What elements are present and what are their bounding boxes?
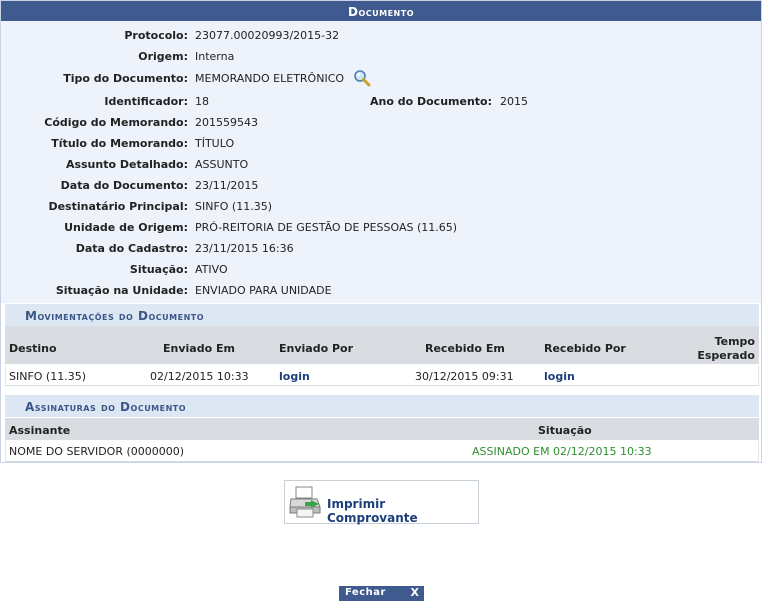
field-value: 18 bbox=[195, 95, 209, 108]
field-situacao-unidade: Situação na Unidade: ENVIADO PARA UNIDAD… bbox=[1, 284, 761, 300]
field-identificador: Identificador: 18 Ano do Documento: 2015 bbox=[1, 95, 761, 111]
close-icon: X bbox=[410, 586, 419, 599]
magnifier-icon[interactable] bbox=[353, 69, 371, 90]
field-destinatario: Destinatário Principal: SINFO (11.35) bbox=[1, 200, 761, 216]
column-header-enviado-em: Enviado Em bbox=[163, 342, 235, 355]
table-row: SINFO (11.35) 02/12/2015 10:33 login 30/… bbox=[5, 366, 759, 386]
column-header-destino: Destino bbox=[9, 342, 57, 355]
field-titulo-memorando: Título do Memorando: TÍTULO bbox=[1, 137, 761, 153]
field-value: MEMORANDO ELETRÔNICO bbox=[195, 72, 345, 85]
cell-situacao-assinatura: ASSINADO EM 02/12/2015 10:33 bbox=[472, 445, 652, 458]
document-panel: Documento Protocolo: 23077.00020993/2015… bbox=[0, 0, 762, 463]
column-header-assinante: Assinante bbox=[9, 424, 71, 437]
enviado-por-link[interactable]: login bbox=[279, 370, 310, 383]
field-label: Unidade de Origem: bbox=[64, 221, 188, 234]
field-label: Assunto Detalhado: bbox=[65, 158, 188, 171]
panel-title: Documento bbox=[1, 1, 761, 21]
field-label: Origem: bbox=[138, 50, 188, 63]
assinaturas-section-title: Assinaturas do Documento bbox=[5, 395, 759, 417]
field-value: 23/11/2015 16:36 bbox=[195, 242, 294, 255]
cell-destino: SINFO (11.35) bbox=[9, 370, 87, 383]
table-row: NOME DO SERVIDOR (0000000) ASSINADO EM 0… bbox=[5, 441, 759, 462]
field-value: 201559543 bbox=[195, 116, 258, 129]
column-header-situacao: Situação bbox=[538, 424, 592, 437]
field-unidade-origem: Unidade de Origem: PRÓ-REITORIA DE GESTÃ… bbox=[1, 221, 761, 237]
field-label: Protocolo: bbox=[124, 29, 188, 42]
column-header-recebido-em: Recebido Em bbox=[425, 342, 505, 355]
close-label: Fechar bbox=[345, 587, 386, 598]
field-codigo-memorando: Código do Memorando: 201559543 bbox=[1, 116, 761, 132]
document-fields: Protocolo: 23077.00020993/2015-32 Origem… bbox=[1, 21, 761, 303]
field-protocolo: Protocolo: 23077.00020993/2015-32 bbox=[1, 29, 761, 45]
field-assunto-detalhado: Assunto Detalhado: ASSUNTO bbox=[1, 158, 761, 174]
field-label-ano: Ano do Documento: bbox=[370, 95, 492, 108]
column-header-esperado: Esperado bbox=[697, 349, 755, 362]
field-situacao: Situação: ATIVO bbox=[1, 263, 761, 279]
field-value: ENVIADO PARA UNIDADE bbox=[195, 284, 332, 297]
cell-assinante: NOME DO SERVIDOR (0000000) bbox=[9, 445, 185, 458]
column-header-recebido-por: Recebido Por bbox=[544, 342, 626, 355]
field-tipo-documento: Tipo do Documento: MEMORANDO ELETRÔNICO bbox=[1, 69, 761, 90]
assinaturas-table-header: Assinante Situação bbox=[5, 418, 759, 440]
field-value-ano: 2015 bbox=[500, 95, 528, 108]
field-value: 23077.00020993/2015-32 bbox=[195, 29, 340, 42]
cell-enviado-em: 02/12/2015 10:33 bbox=[150, 370, 249, 383]
field-value: ASSUNTO bbox=[195, 158, 249, 171]
field-value: ATIVO bbox=[195, 263, 228, 276]
field-label: Situação: bbox=[129, 263, 188, 276]
field-label: Data do Cadastro: bbox=[75, 242, 188, 255]
field-data-cadastro: Data do Cadastro: 23/11/2015 16:36 bbox=[1, 242, 761, 258]
field-origem: Origem: Interna bbox=[1, 50, 761, 66]
field-label: Situação na Unidade: bbox=[55, 284, 188, 297]
field-value: Interna bbox=[195, 50, 235, 63]
printer-icon bbox=[288, 485, 322, 522]
field-value: PRÓ-REITORIA DE GESTÃO DE PESSOAS (11.65… bbox=[195, 221, 458, 234]
field-label: Identificador: bbox=[104, 95, 188, 108]
field-value: 23/11/2015 bbox=[195, 179, 259, 192]
field-value: TÍTULO bbox=[195, 137, 235, 150]
field-label: Tipo do Documento: bbox=[63, 72, 188, 85]
field-label: Código do Memorando: bbox=[44, 116, 188, 129]
cell-recebido-em: 30/12/2015 09:31 bbox=[415, 370, 514, 383]
field-data-documento: Data do Documento: 23/11/2015 bbox=[1, 179, 761, 195]
movimentacoes-table-header: Destino Enviado Em Enviado Por Recebido … bbox=[5, 326, 759, 364]
column-header-tempo: Tempo bbox=[714, 335, 755, 348]
print-receipt-button[interactable]: Imprimir Comprovante bbox=[284, 480, 479, 525]
column-header-enviado-por: Enviado Por bbox=[279, 342, 354, 355]
field-label: Data do Documento: bbox=[60, 179, 188, 192]
field-label: Destinatário Principal: bbox=[48, 200, 188, 213]
recebido-por-link[interactable]: login bbox=[544, 370, 575, 383]
print-receipt-label: Imprimir Comprovante bbox=[327, 497, 418, 525]
field-value: SINFO (11.35) bbox=[195, 200, 273, 213]
field-label: Título do Memorando: bbox=[51, 137, 188, 150]
movimentacoes-section-title: Movimentações do Documento bbox=[5, 304, 759, 326]
close-button[interactable]: Fechar X bbox=[339, 586, 424, 601]
